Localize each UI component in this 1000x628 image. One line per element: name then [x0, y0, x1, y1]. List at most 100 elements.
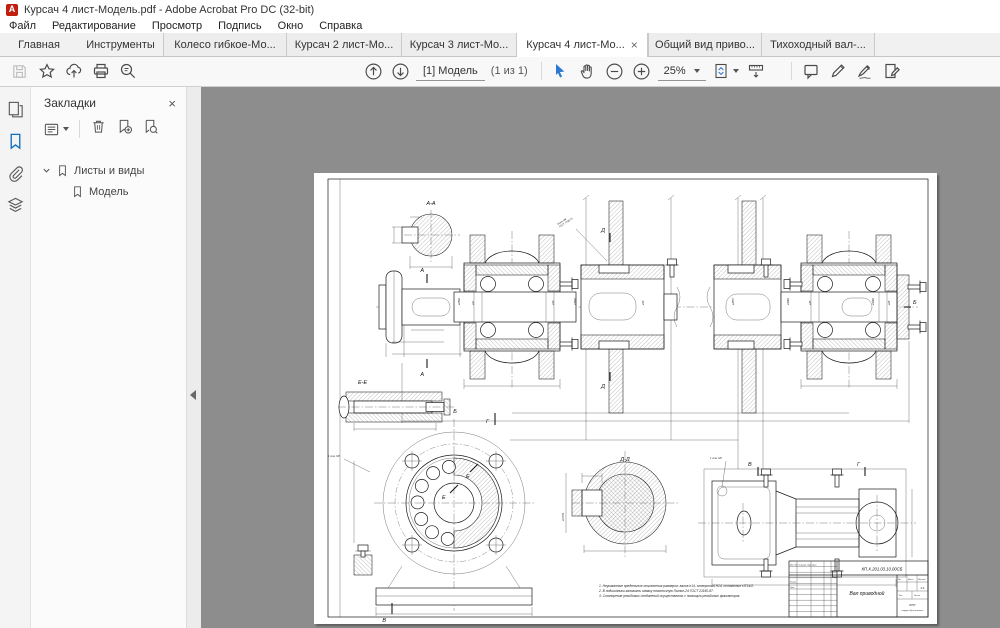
main-assembly-view: А А — [376, 195, 926, 469]
bookmarks-panel: Закладки × — [31, 87, 186, 628]
svg-text:ø30k6: ø30k6 — [872, 297, 875, 305]
star-icon[interactable] — [33, 59, 60, 83]
previous-page-icon[interactable] — [360, 59, 387, 83]
panel-title: Закладки — [44, 96, 96, 110]
save-icon[interactable] — [6, 59, 33, 83]
page-number-input[interactable]: [1] Модель — [416, 61, 485, 81]
svg-text:Масштаб: Масштаб — [918, 579, 926, 581]
page-count-label: (1 из 1) — [491, 65, 528, 77]
fill-and-sign-icon[interactable] — [878, 59, 905, 83]
tabbar: Главная Инструменты Колесо гибкое-Мо... … — [0, 33, 1000, 57]
delete-bookmark-icon[interactable] — [90, 118, 107, 140]
search-icon[interactable] — [114, 59, 141, 83]
svg-text:А: А — [419, 372, 424, 378]
close-tab-icon[interactable]: × — [631, 39, 638, 51]
svg-text:ø25k6: ø25k6 — [458, 297, 461, 305]
svg-text:1. Неуказанные предельные откл: 1. Неуказанные предельные отклонения раз… — [599, 584, 754, 588]
panel-resize-strip[interactable] — [186, 87, 201, 628]
tab-home[interactable]: Главная — [0, 33, 78, 56]
doc-tab-kursach3[interactable]: Курсач 3 лист-Мо... — [401, 33, 516, 56]
svg-text:кафедра «Детали машин»: кафедра «Детали машин» — [902, 609, 924, 612]
doc-tab-tihohodny-val[interactable]: Тихоходный вал-... — [761, 33, 875, 56]
navigation-rail — [0, 87, 31, 628]
menu-edit[interactable]: Редактирование — [52, 20, 136, 32]
svg-text:Изм. Лист № докум. Подп. Да: Изм. Лист № докум. Подп. Дата — [790, 564, 816, 567]
menu-sign[interactable]: Подпись — [218, 20, 262, 32]
page-thumbnails-icon[interactable] — [4, 98, 26, 120]
caret-down-icon — [694, 69, 700, 73]
window-title: Курсач 4 лист-Модель.pdf - Adobe Acrobat… — [24, 4, 314, 16]
svg-text:Г: Г — [486, 419, 490, 425]
bookmark-options-icon[interactable] — [43, 121, 69, 138]
svg-text:ø25: ø25 — [888, 300, 891, 305]
svg-text:Лист: Лист — [899, 595, 903, 597]
print-icon[interactable] — [87, 59, 114, 83]
svg-text:А-А: А-А — [425, 201, 436, 207]
window-titlebar: A Курсач 4 лист-Модель.pdf - Adobe Acrob… — [0, 0, 1000, 19]
bookmark-icon — [56, 164, 69, 177]
measure-ruler-icon[interactable] — [743, 59, 770, 83]
svg-text:Б: Б — [913, 300, 917, 306]
fit-page-select[interactable] — [709, 59, 743, 83]
svg-text:1 отв. М8: 1 отв. М8 — [710, 457, 722, 460]
doc-tab-kursach4-active[interactable]: Курсач 4 лист-Мо... × — [516, 33, 648, 57]
attachments-icon[interactable] — [4, 162, 26, 184]
svg-text:1:1: 1:1 — [920, 586, 925, 590]
svg-text:ø40: ø40 — [642, 300, 645, 305]
doc-tab-kursach2[interactable]: Курсач 2 лист-Мо... — [286, 33, 401, 56]
svg-text:3. Стопорение резьбовых соедин: 3. Стопорение резьбовых соединений осуще… — [599, 594, 740, 598]
comment-icon[interactable] — [797, 59, 824, 83]
svg-text:ø35: ø35 — [809, 300, 812, 305]
zoom-in-icon[interactable] — [628, 59, 655, 83]
svg-text:Е-Е: Е-Е — [358, 380, 368, 386]
zoom-out-icon[interactable] — [601, 59, 628, 83]
section-view-dd: Д-Д 22,8H9 — [562, 451, 678, 558]
svg-text:Д: Д — [600, 384, 605, 390]
sign-pen-icon[interactable] — [851, 59, 878, 83]
menu-view[interactable]: Просмотр — [152, 20, 202, 32]
doc-tab-obshchiy-vid[interactable]: Общий вид приво... — [648, 33, 761, 56]
bookmark-item-listy-i-vidy[interactable]: Листы и виды — [31, 160, 186, 181]
bookmark-icon — [71, 185, 84, 198]
svg-text:Е: Е — [466, 474, 470, 480]
menu-help[interactable]: Справка — [319, 20, 362, 32]
section-view-aa: А-А — [392, 201, 460, 269]
doc-tab-koleso[interactable]: Колесо гибкое-Мо... — [163, 33, 286, 56]
bookmarks-icon[interactable] — [4, 130, 26, 152]
share-cloud-icon[interactable] — [60, 59, 87, 83]
panel-collapse-handle[interactable] — [190, 390, 196, 400]
svg-text:Г: Г — [857, 462, 861, 468]
hand-tool-icon[interactable] — [574, 59, 601, 83]
zoom-level-select[interactable]: 25% — [658, 61, 706, 81]
svg-text:ø47: ø47 — [472, 300, 475, 305]
next-page-icon[interactable] — [387, 59, 414, 83]
toolbar-separator — [541, 62, 542, 80]
tab-tools[interactable]: Инструменты — [78, 33, 163, 56]
svg-text:Лит.: Лит. — [898, 579, 902, 581]
view-b-circular: Б Г — [328, 409, 536, 624]
menu-window[interactable]: Окно — [278, 20, 304, 32]
expand-current-bookmark-icon[interactable] — [142, 118, 159, 140]
svg-text:БНТУ: БНТУ — [909, 604, 916, 607]
svg-text:ø35k6: ø35k6 — [574, 297, 577, 305]
toolbar-separator — [791, 62, 792, 80]
menubar: Файл Редактирование Просмотр Подпись Окн… — [0, 19, 1000, 33]
svg-text:2. В подшипники заложить смазк: 2. В подшипники заложить смазку пластичн… — [598, 589, 714, 593]
svg-text:ø45H7: ø45H7 — [732, 297, 735, 305]
section-view-ee: Е-Е — [338, 380, 454, 431]
highlight-pencil-icon[interactable] — [824, 59, 851, 83]
svg-text:Листов: Листов — [914, 595, 920, 597]
bookmarks-tree: Листы и виды Модель — [31, 147, 186, 202]
new-bookmark-icon[interactable] — [116, 118, 133, 140]
select-tool-icon[interactable] — [547, 59, 574, 83]
menu-file[interactable]: Файл — [9, 20, 36, 32]
svg-text:Разраб.: Разраб. — [790, 582, 797, 584]
document-area[interactable]: А-А — [201, 87, 1000, 628]
close-panel-icon[interactable]: × — [168, 97, 176, 110]
svg-text:Д: Д — [600, 228, 605, 234]
bookmark-item-model[interactable]: Модель — [31, 181, 186, 202]
pdf-page: А-А — [314, 173, 937, 624]
caret-down-icon — [63, 127, 69, 131]
svg-text:Б: Б — [453, 409, 457, 415]
layers-icon[interactable] — [4, 194, 26, 216]
